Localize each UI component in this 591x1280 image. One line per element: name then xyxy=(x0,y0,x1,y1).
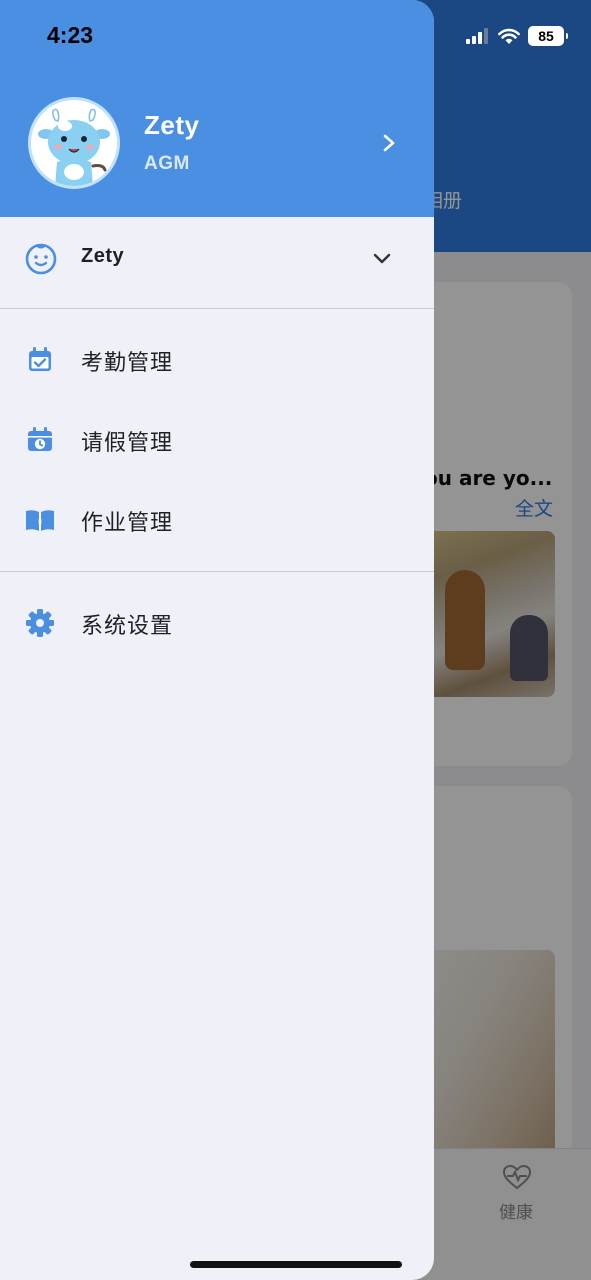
battery-indicator: 85 xyxy=(528,26,568,46)
open-book-icon xyxy=(26,510,54,531)
side-drawer: 4:23 Zety AGM Zety 考勤管理 请假管理 作业管理 系统设置 xyxy=(0,0,434,1280)
menu-item-leave[interactable]: 请假管理 xyxy=(0,408,434,472)
profile-name: Zety xyxy=(144,110,200,140)
account-name: Zety xyxy=(81,245,125,267)
baby-face-icon xyxy=(25,243,57,275)
menu-item-label: 作业管理 xyxy=(81,511,174,536)
menu-item-label: 请假管理 xyxy=(81,431,174,456)
menu-item-settings[interactable]: 系统设置 xyxy=(0,591,434,655)
home-indicator[interactable] xyxy=(190,1261,402,1268)
chevron-down-icon[interactable] xyxy=(371,247,393,269)
calf-mascot-icon xyxy=(38,108,110,186)
calendar-check-icon xyxy=(29,347,51,371)
calendar-clock-icon xyxy=(28,427,52,451)
gear-icon xyxy=(26,609,54,637)
avatar[interactable] xyxy=(28,97,120,189)
status-bar-indicators: 85 xyxy=(466,24,568,48)
signal-icon xyxy=(466,28,488,44)
menu-item-label: 系统设置 xyxy=(81,614,174,639)
divider xyxy=(0,308,434,309)
menu-item-attendance[interactable]: 考勤管理 xyxy=(0,328,434,392)
profile-role: AGM xyxy=(144,153,190,174)
chevron-right-icon[interactable] xyxy=(378,131,400,155)
status-bar-time: 4:23 xyxy=(47,22,94,48)
drawer-profile-header[interactable]: 4:23 Zety AGM xyxy=(0,0,434,217)
menu-item-homework[interactable]: 作业管理 xyxy=(0,488,434,552)
divider xyxy=(0,571,434,572)
menu-item-label: 考勤管理 xyxy=(81,351,174,376)
wifi-icon xyxy=(498,28,520,44)
account-switcher[interactable]: Zety xyxy=(0,217,434,308)
